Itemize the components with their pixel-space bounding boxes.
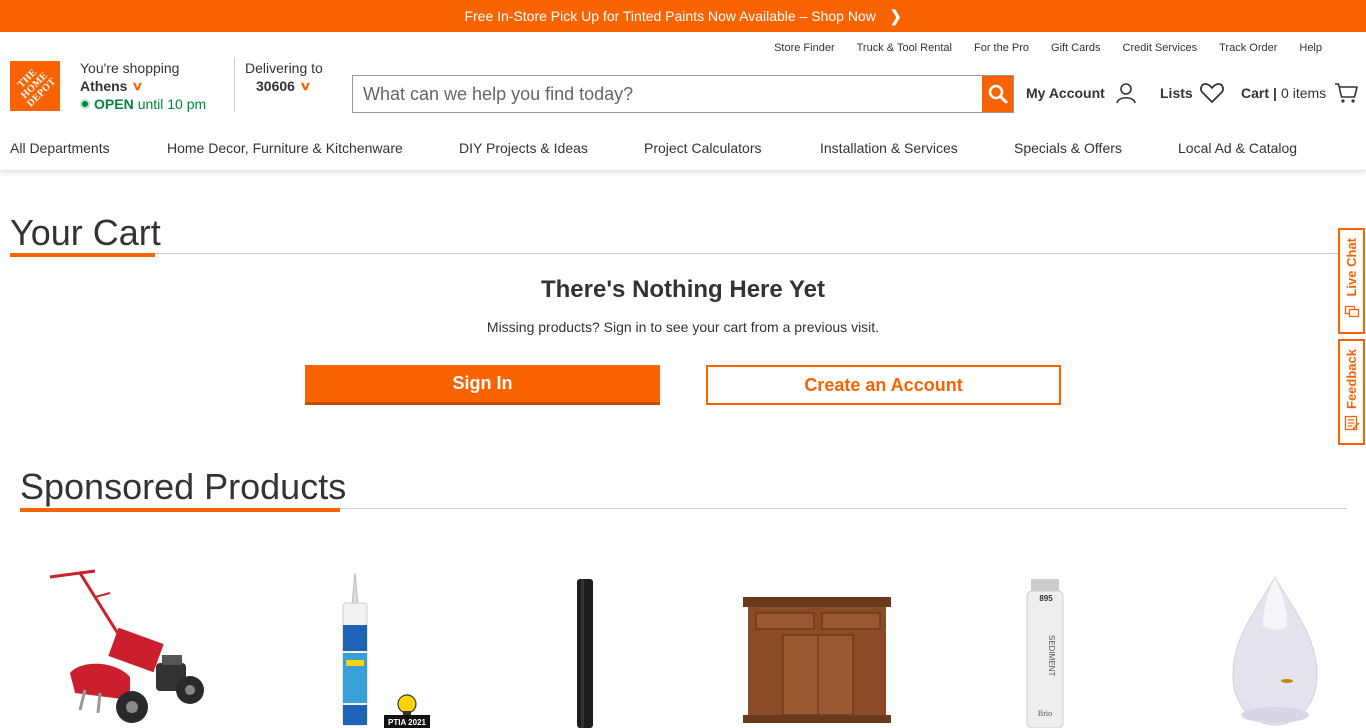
tower-fan-image [577,579,593,728]
store-status: OPEN [94,96,134,112]
heart-icon [1199,83,1224,103]
lists-button[interactable]: Lists [1160,82,1225,104]
store-hours: until 10 pm [137,96,207,112]
caulk-tube-image: PTIA 2021 [342,572,430,728]
award-badge-label: PTIA 2021 [388,718,426,727]
delivery-zip[interactable]: 30606 [256,77,295,95]
create-account-button[interactable]: Create an Account [706,365,1061,405]
nav-item-local-ad-catalog[interactable]: Local Ad & Catalog [1178,140,1297,156]
sponsored-underline [20,508,340,512]
cart-button[interactable]: Cart | 0 items [1241,82,1358,104]
product-card[interactable] [1225,565,1325,728]
product-card[interactable]: 895 SEDIMENT Brio [1015,565,1075,728]
cart-separator: | [1273,85,1277,101]
user-icon [1116,83,1136,104]
util-link-gift-cards[interactable]: Gift Cards [1051,42,1101,54]
feedback-tab[interactable]: Feedback [1338,339,1365,445]
promo-text[interactable]: Free In-Store Pick Up for Tinted Paints … [464,8,875,24]
sign-in-button[interactable]: Sign In [305,365,660,405]
feedback-label: Feedback [1344,349,1359,409]
util-link-track-order[interactable]: Track Order [1219,42,1277,54]
live-chat-label: Live Chat [1344,238,1359,297]
chevron-down-icon: ∨ [131,79,145,93]
live-chat-tab[interactable]: Live Chat [1338,228,1365,334]
main-nav: All Departments Home Decor, Furniture & … [0,128,1366,171]
product-card[interactable] [40,565,210,728]
nav-item-all-departments[interactable]: All Departments [10,140,110,156]
sponsored-title: Sponsored Products [20,466,347,507]
util-link-truck-tool-rental[interactable]: Truck & Tool Rental [857,42,952,54]
page-title: Your Cart [10,212,161,253]
filter-label: SEDIMENT [1047,635,1056,676]
home-depot-logo[interactable]: THE HOME DEPOT [10,61,60,111]
product-card[interactable] [738,565,898,728]
filter-brand: Brio [1038,709,1052,718]
store-city[interactable]: Athens [80,77,127,95]
cart-items-label: items [1292,85,1327,101]
kitchen-island-image [743,597,891,723]
search-button[interactable] [982,76,1013,112]
product-card[interactable]: PTIA 2021 [330,565,440,728]
search-input[interactable] [353,76,982,112]
title-divider [10,253,1340,254]
store-label: You're shopping [80,60,180,76]
cart-count: 0 [1280,85,1289,101]
nav-item-diy-projects[interactable]: DIY Projects & Ideas [459,140,588,156]
my-account-button[interactable]: My Account [1026,82,1137,104]
cart-icon [1335,83,1358,103]
util-link-help[interactable]: Help [1299,42,1322,54]
tiller-image [49,569,204,723]
cart-label: Cart [1241,85,1270,101]
util-link-for-the-pro[interactable]: For the Pro [974,42,1029,54]
delivery-label: Delivering to [245,60,323,76]
filter-code: 895 [1039,594,1053,603]
util-link-credit-services[interactable]: Credit Services [1123,42,1198,54]
search-bar [352,75,1014,113]
delivery-zip-selector[interactable]: Delivering to 30606 ∨ [245,59,323,95]
open-status-dot-icon [80,99,90,109]
promo-banner[interactable]: Free In-Store Pick Up for Tinted Paints … [0,0,1366,32]
chevron-right-icon: ❯ [889,6,902,25]
utility-links: Store Finder Truck & Tool Rental For the… [774,42,1322,54]
account-label: My Account [1026,85,1105,101]
chat-icon [1344,305,1359,317]
empty-cart-heading: There's Nothing Here Yet [540,276,825,303]
title-underline [10,253,155,257]
humidifier-image [1232,575,1318,726]
feedback-icon [1344,415,1360,431]
nav-item-installation-services[interactable]: Installation & Services [820,140,958,156]
empty-cart-message: Missing products? Sign in to see your ca… [486,319,880,335]
nav-item-specials-offers[interactable]: Specials & Offers [1014,140,1122,156]
chevron-down-icon: ∨ [299,79,312,93]
logo-text: THE HOME DEPOT [15,66,59,110]
header-divider [234,58,235,112]
search-icon [988,84,1007,104]
store-selector[interactable]: You're shopping Athens ∨ OPEN until 10 p… [80,59,206,113]
lists-label: Lists [1160,85,1193,101]
nav-item-project-calculators[interactable]: Project Calculators [644,140,762,156]
util-link-store-finder[interactable]: Store Finder [774,42,835,54]
product-card[interactable] [565,565,605,728]
nav-item-home-decor[interactable]: Home Decor, Furniture & Kitchenware [167,140,403,156]
water-filter-image: 895 SEDIMENT Brio [1026,579,1064,728]
